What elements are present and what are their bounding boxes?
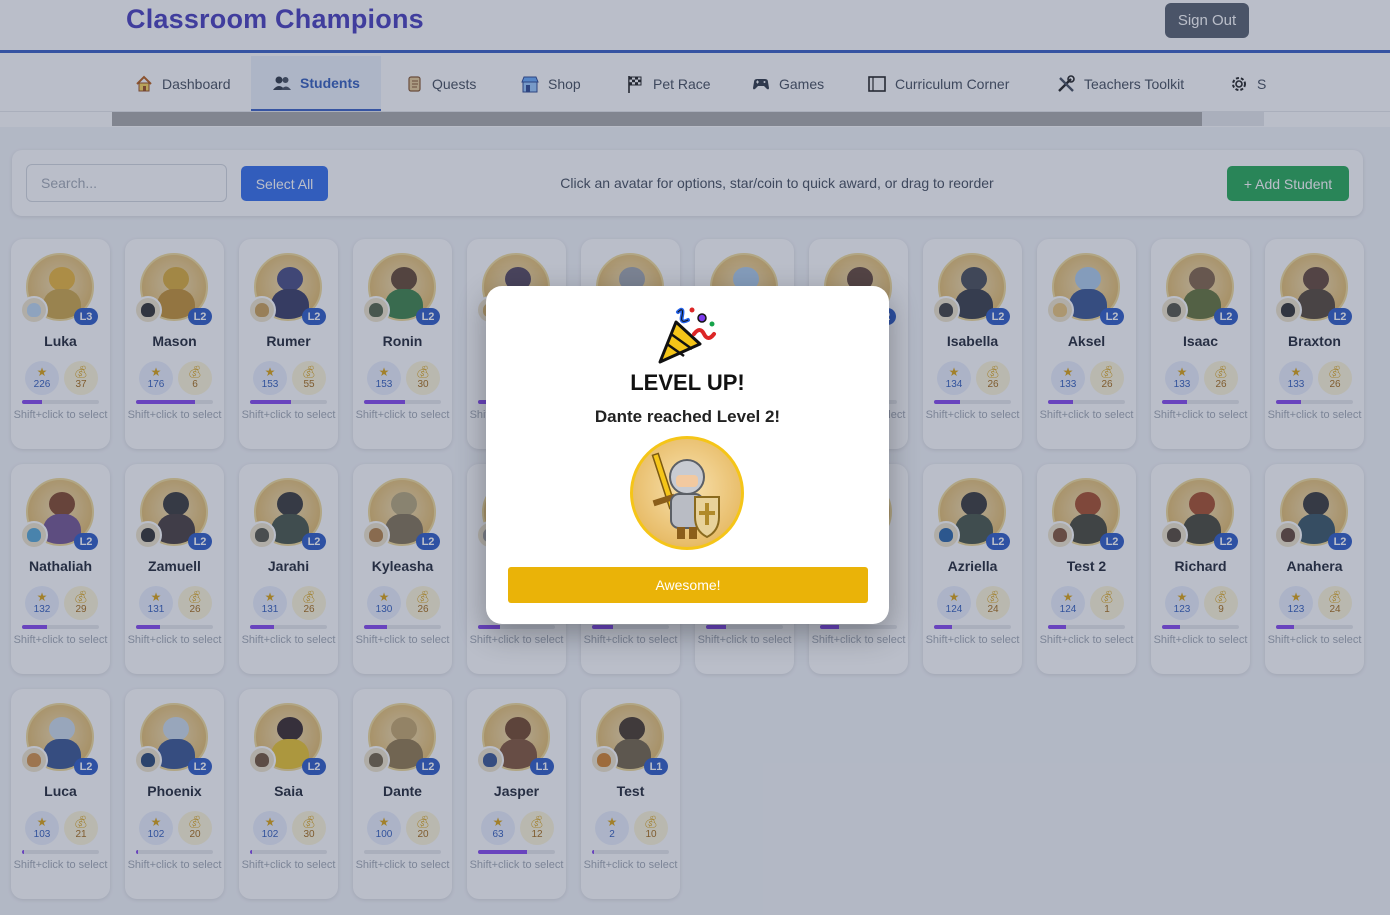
student-avatar — [630, 436, 744, 550]
modal-message: Dante reached Level 2! — [594, 407, 781, 426]
level-up-modal: LEVEL UP! Dante reached Level 2! Awesome… — [486, 286, 889, 624]
modal-title: LEVEL UP! — [630, 370, 745, 395]
party-popper-icon — [654, 304, 720, 366]
awesome-button[interactable]: Awesome! — [508, 567, 868, 603]
